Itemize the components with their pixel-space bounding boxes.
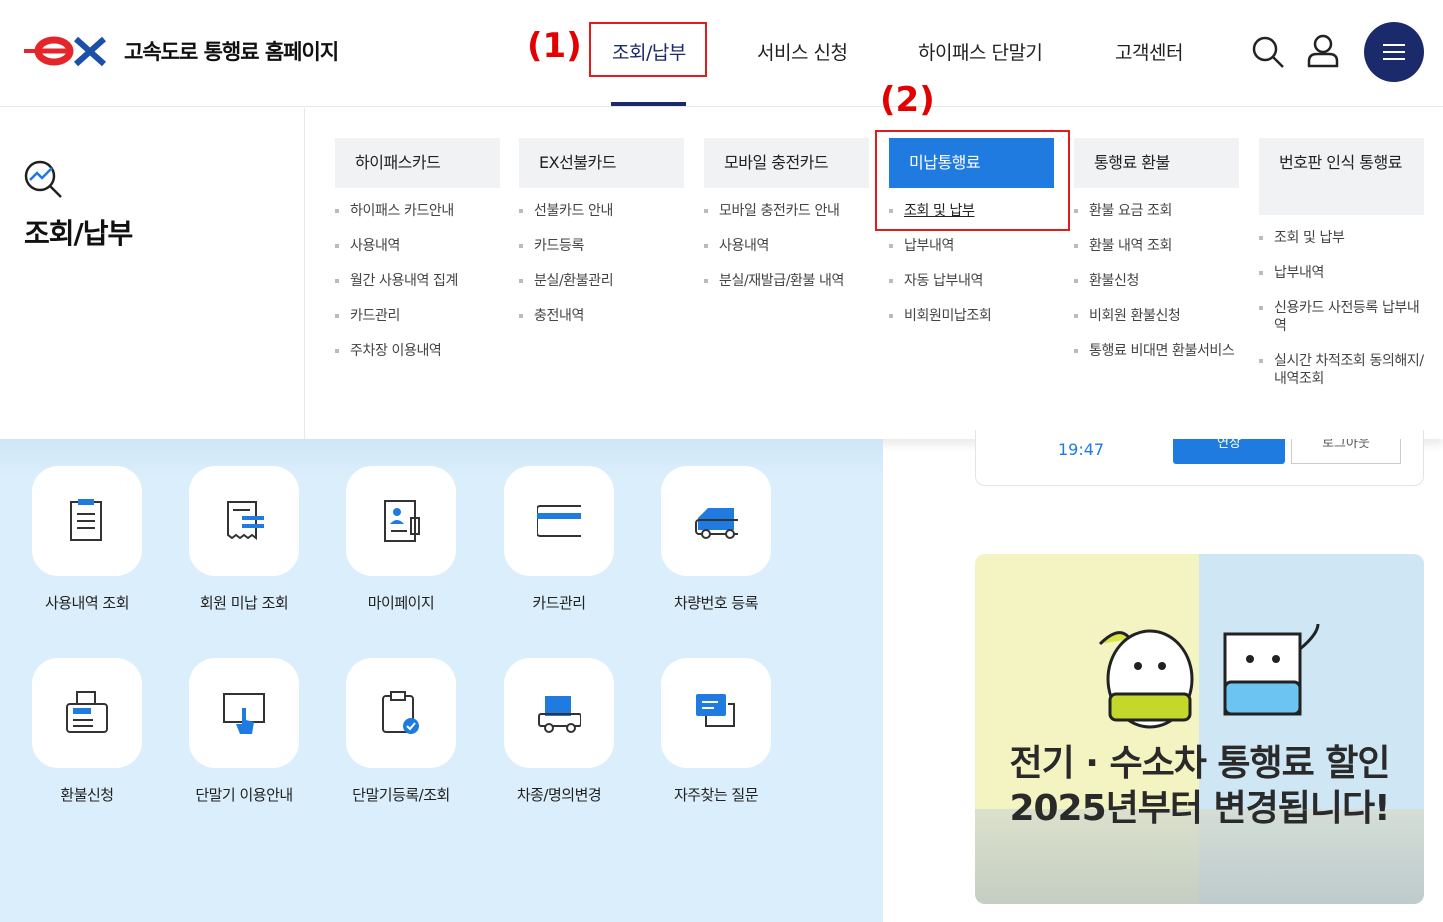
menu-item[interactable]: 모바일 충전카드 안내 [704, 202, 869, 220]
menu-item[interactable]: 납부내역 [1259, 264, 1424, 282]
menu-column-mobile-card: 모바일 충전카드 모바일 충전카드 안내 사용내역 분실/재발급/환불 내역 [704, 138, 869, 307]
quick-label: 사용내역 조회 [44, 594, 130, 612]
quick-label: 회원 미납 조회 [199, 594, 289, 612]
menu-item[interactable]: 카드등록 [519, 237, 684, 255]
site-header: 고속도로 통행료 홈페이지 (1) 조회/납부 서비스 신청 하이패스 단말기 … [0, 0, 1443, 107]
menu-item[interactable]: 통행료 비대면 환불서비스 [1074, 342, 1239, 360]
menu-column-hipass-card: 하이패스카드 하이패스 카드안내 사용내역 월간 사용내역 집계 카드관리 주차… [335, 138, 500, 377]
quick-label: 카드관리 [532, 594, 586, 612]
receipt-list-icon [70, 499, 102, 541]
chat-icon [696, 694, 735, 727]
ev-discount-banner[interactable]: 전기 · 수소차 통행료 할인 2025년부터 변경됩니다! [975, 554, 1424, 904]
ex-logo-icon [24, 36, 106, 67]
menu-head-mobile-card[interactable]: 모바일 충전카드 [704, 138, 869, 188]
clipboard-check-icon [382, 691, 419, 734]
menu-head-unpaid-toll[interactable]: 미납통행료 [889, 138, 1054, 188]
quick-tile-terminal-guide[interactable] [189, 658, 299, 768]
quick-tile-refund[interactable] [32, 658, 142, 768]
step-marker-1: (1) [527, 26, 582, 66]
truck-change-icon [538, 696, 581, 733]
menu-item[interactable]: 월간 사용내역 집계 [335, 272, 500, 290]
quick-label: 자주찾는 질문 [673, 786, 759, 804]
logout-button[interactable]: 로그아웃 [1291, 439, 1401, 464]
car-icon [695, 508, 738, 539]
quick-tile-vehicle-change[interactable] [504, 658, 614, 768]
menu-item[interactable]: 납부내역 [889, 237, 1054, 255]
user-icon[interactable] [1305, 33, 1341, 69]
menu-item[interactable]: 조회 및 납부 [1259, 229, 1424, 247]
register-machine-icon [66, 691, 108, 733]
menu-column-toll-refund: 통행료 환불 환불 요금 조회 환불 내역 조회 환불신청 비회원 환불신청 통… [1074, 138, 1239, 377]
nav-inquiry-payment[interactable]: 조회/납부 [612, 38, 686, 65]
menu-item[interactable]: 사용내역 [335, 237, 500, 255]
nav-hipass-terminal[interactable]: 하이패스 단말기 [918, 38, 1043, 65]
menu-head-toll-refund[interactable]: 통행료 환불 [1074, 138, 1239, 188]
menu-item[interactable]: 카드관리 [335, 307, 500, 325]
menu-item[interactable]: 충전내역 [519, 307, 684, 325]
menu-item[interactable]: 비회원 환불신청 [1074, 307, 1239, 325]
menu-item[interactable]: 실시간 차적조회 동의해지/내역조회 [1259, 352, 1424, 388]
mega-menu: 조회/납부 (2) 하이패스카드 하이패스 카드안내 사용내역 월간 사용내역 … [0, 80, 1443, 439]
nav-service-request[interactable]: 서비스 신청 [757, 38, 848, 65]
nav-active-underline [611, 102, 686, 106]
bill-search-icon [227, 501, 264, 540]
touch-screen-icon [223, 693, 265, 734]
menu-item[interactable]: 신용카드 사전등록 납부내역 [1259, 299, 1424, 335]
quick-tile-faq[interactable] [661, 658, 771, 768]
menu-item-unpaid-inquiry-payment[interactable]: 조회 및 납부 [889, 202, 1054, 220]
menu-column-unpaid-toll: 미납통행료 조회 및 납부 납부내역 자동 납부내역 비회원미납조회 [889, 138, 1054, 342]
menu-item[interactable]: 선불카드 안내 [519, 202, 684, 220]
menu-head-plate-toll[interactable]: 번호판 인식 통행료 [1259, 138, 1424, 215]
hamburger-menu-button[interactable] [1364, 22, 1424, 82]
menu-item[interactable]: 자동 납부내역 [889, 272, 1054, 290]
search-chart-icon [24, 160, 62, 198]
quick-label: 단말기 이용안내 [195, 786, 293, 804]
profile-doc-icon [384, 500, 420, 542]
quick-tile-usage[interactable] [32, 466, 142, 576]
menu-item[interactable]: 하이패스 카드안내 [335, 202, 500, 220]
nav-customer-center[interactable]: 고객센터 [1115, 38, 1183, 65]
site-logo[interactable]: 고속도로 통행료 홈페이지 [24, 34, 339, 68]
quick-label: 차종/명의변경 [516, 786, 602, 804]
menu-column-plate-toll: 번호판 인식 통행료 조회 및 납부 납부내역 신용카드 사전등록 납부내역 실… [1259, 138, 1424, 405]
menu-column-ex-prepaid: EX선불카드 선불카드 안내 카드등록 분실/환불관리 충전내역 [519, 138, 684, 342]
card-icon [537, 505, 581, 537]
mascot-characters-icon [1098, 623, 1320, 729]
menu-item[interactable]: 분실/재발급/환불 내역 [704, 272, 869, 290]
quick-label: 차량번호 등록 [673, 594, 759, 612]
mega-menu-title: 조회/납부 [24, 217, 133, 250]
menu-item[interactable]: 비회원미납조회 [889, 307, 1054, 325]
menu-item[interactable]: 분실/환불관리 [519, 272, 684, 290]
session-timer: 19:47 [1058, 440, 1105, 459]
menu-item[interactable]: 환불신청 [1074, 272, 1239, 290]
menu-item[interactable]: 환불 요금 조회 [1074, 202, 1239, 220]
banner-subline: 2025년부터 변경됩니다! [1009, 788, 1390, 829]
quick-tile-card-manage[interactable] [504, 466, 614, 576]
quick-label: 단말기등록/조회 [352, 786, 450, 804]
menu-item[interactable]: 환불 내역 조회 [1074, 237, 1239, 255]
menu-item[interactable]: 사용내역 [704, 237, 869, 255]
search-icon[interactable] [1250, 34, 1286, 70]
quick-tile-member-unpaid[interactable] [189, 466, 299, 576]
mega-menu-title-panel: 조회/납부 [0, 108, 305, 439]
menu-item[interactable]: 주차장 이용내역 [335, 342, 500, 360]
quick-label: 마이페이지 [367, 594, 435, 612]
quick-tile-mypage[interactable] [346, 466, 456, 576]
quick-label: 환불신청 [60, 786, 114, 804]
site-title: 고속도로 통행료 홈페이지 [124, 40, 339, 64]
extend-session-button[interactable]: 연장 [1173, 439, 1285, 464]
quick-tile-terminal-register[interactable] [346, 658, 456, 768]
menu-head-ex-prepaid[interactable]: EX선불카드 [519, 138, 684, 188]
menu-head-hipass-card[interactable]: 하이패스카드 [335, 138, 500, 188]
step-marker-2: (2) [880, 80, 935, 120]
quick-tile-vehicle-register[interactable] [661, 466, 771, 576]
